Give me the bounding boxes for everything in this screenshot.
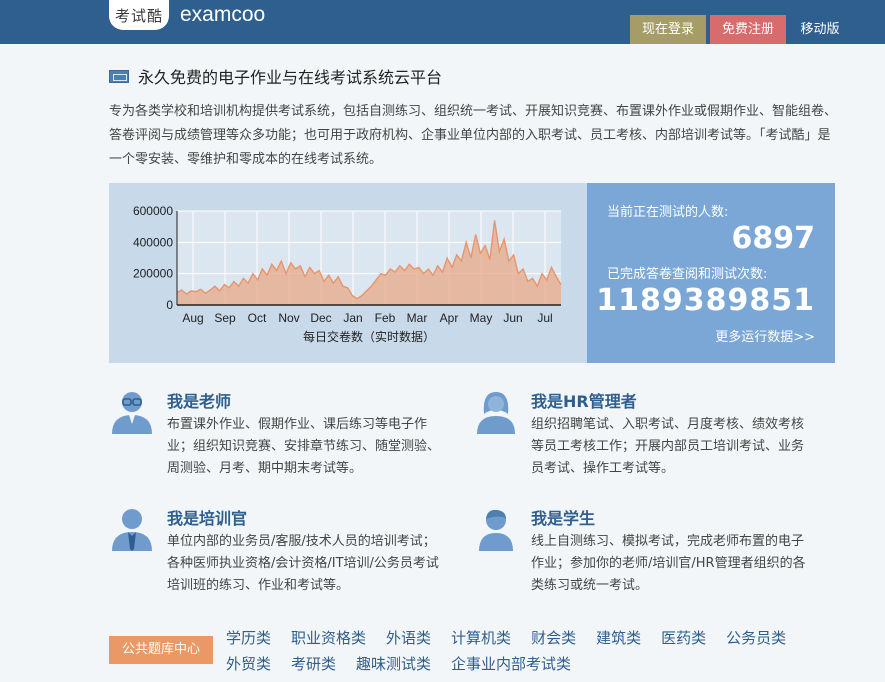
logo-text[interactable]: examcoo (180, 3, 265, 27)
top-nav-bar: 考试酷 examcoo 现在登录 免费注册 移动版 (0, 0, 885, 44)
category-link[interactable]: 企事业内部考试类 (451, 652, 571, 676)
role-title: 我是培训官 (167, 509, 248, 528)
role-student[interactable]: 我是学生 线上自测练习、模拟考试，完成老师布置的电子作业；参加你的老师/培训官/… (473, 505, 813, 605)
counter-panel: 当前正在测试的人数: 6897 已完成答卷查阅和测试次数: 1189389851… (587, 183, 835, 363)
category-link[interactable]: 建筑类 (596, 626, 641, 650)
role-title: 我是学生 (531, 509, 596, 528)
role-hr-manager[interactable]: 我是HR管理者 组织招聘笔试、入职考试、月度考核、绩效考核等员工考核工作；开展内… (473, 388, 813, 488)
role-title: 我是HR管理者 (531, 392, 637, 411)
intro-paragraph: 专为各类学校和培训机构提供考试系统，包括自测练习、组织统一考试、开展知识竞赛、布… (109, 104, 838, 167)
category-link[interactable]: 学历类 (226, 626, 271, 650)
category-links: 学历类 职业资格类 外语类 计算机类 财会类 建筑类 医药类 公务员类外贸类 考研类 趣味测试类企… (226, 626, 846, 676)
y-tick-label: 200000 (133, 267, 173, 281)
category-link[interactable]: 公务员类 (726, 626, 786, 650)
daily-submissions-chart: 0 200000 400000 600000 Aug Sep Oct Nov Dec Jan Feb… (109, 183, 587, 363)
category-link[interactable]: 趣味测试类 (356, 652, 431, 676)
login-button[interactable]: 现在登录 (630, 15, 706, 44)
x-tick-label: Oct (248, 311, 267, 325)
category-link[interactable]: 医药类 (661, 626, 706, 650)
trainer-icon (112, 509, 152, 551)
headline: 永久免费的电子作业与在线考试系统云平台 (109, 64, 442, 88)
role-desc: 单位内部的业务员/客服/技术人员的培训考试；各种医师执业资格/会计资格/IT培训… (167, 534, 439, 593)
student-icon (479, 509, 513, 551)
x-tick-label: Apr (440, 311, 459, 325)
x-tick-label: Jun (503, 311, 522, 325)
role-desc: 线上自测练习、模拟考试，完成老师布置的电子作业；参加你的老师/培训官/HR管理者… (531, 534, 806, 593)
x-tick-label: Jul (537, 311, 552, 325)
category-link[interactable]: 计算机类 (451, 626, 511, 650)
category-link[interactable]: 考研类 (291, 652, 336, 676)
teacher-icon (112, 392, 152, 434)
more-stats-link[interactable]: 更多运行数据>> (715, 326, 815, 345)
y-tick-label: 600000 (133, 204, 173, 218)
x-tick-label: Sep (214, 311, 236, 325)
role-teacher[interactable]: 我是老师 布置课外作业、假期作业、课后练习等电子作业；组织知识竞赛、安排章节练习… (109, 388, 449, 488)
category-link[interactable]: 外贸类 (226, 652, 271, 676)
testing-count-label: 当前正在测试的人数: (607, 205, 729, 220)
x-tick-label: Aug (182, 311, 203, 325)
chart-svg: 0 200000 400000 600000 Aug Sep Oct Nov Dec Jan Feb… (133, 204, 562, 344)
role-trainer[interactable]: 我是培训官 单位内部的业务员/客服/技术人员的培训考试；各种医师执业资格/会计资… (109, 505, 449, 605)
y-tick-label: 400000 (133, 235, 173, 249)
x-axis-label: 每日交卷数（实时数据） (303, 329, 435, 344)
role-title: 我是老师 (167, 392, 232, 411)
role-desc: 布置课外作业、假期作业、课后练习等电子作业；组织知识竞赛、安排章节练习、随堂测验… (167, 417, 441, 476)
completed-count-label: 已完成答卷查阅和测试次数: (607, 267, 768, 282)
hr-manager-icon (477, 392, 515, 434)
role-desc: 组织招聘笔试、入职考试、月度考核、绩效考核等员工考核工作；开展内部员工培训考试、… (531, 417, 805, 476)
logo-badge[interactable]: 考试酷 (109, 0, 169, 30)
x-tick-label: Feb (375, 311, 396, 325)
stats-section: 0 200000 400000 600000 Aug Sep Oct Nov Dec Jan Feb… (109, 183, 835, 363)
register-button[interactable]: 免费注册 (710, 15, 786, 44)
headline-text: 永久免费的电子作业与在线考试系统云平台 (138, 68, 443, 87)
x-tick-label: Jan (343, 311, 362, 325)
x-tick-label: Dec (310, 311, 331, 325)
mobile-version-link[interactable]: 移动版 (790, 15, 850, 44)
y-tick-label: 0 (166, 298, 173, 312)
pencil-card-icon (109, 69, 129, 83)
testing-count-value: 6897 (731, 221, 816, 256)
x-tick-label: Nov (278, 311, 299, 325)
x-tick-label: May (470, 311, 493, 325)
category-link[interactable]: 职业资格类 (291, 626, 366, 650)
category-link[interactable]: 财会类 (531, 626, 576, 650)
completed-count-value: 1189389851 (596, 283, 815, 318)
category-link[interactable]: 外语类 (386, 626, 431, 650)
x-tick-label: Mar (407, 311, 428, 325)
question-bank-badge[interactable]: 公共题库中心 (109, 636, 213, 664)
